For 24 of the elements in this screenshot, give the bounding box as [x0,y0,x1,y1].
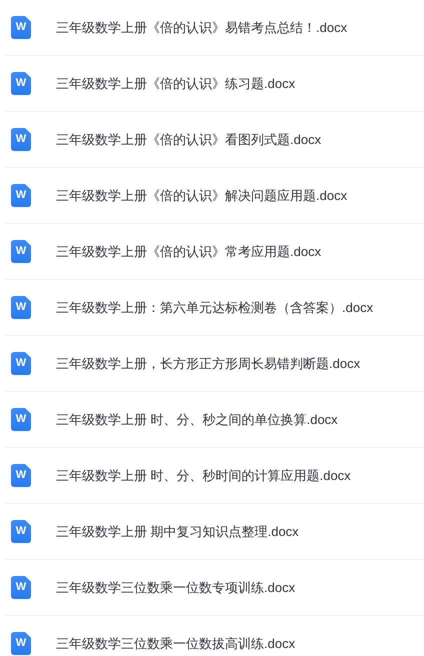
word-file-icon: W [11,296,31,319]
file-name[interactable]: 三年级数学三位数乘一位数拔高训练.docx [56,634,296,652]
file-name[interactable]: 三年级数学上册《倍的认识》看图列式题.docx [56,130,322,148]
file-name[interactable]: 三年级数学上册 时、分、秒时间的计算应用题.docx [56,466,351,484]
word-file-icon: W [11,184,31,207]
file-name[interactable]: 三年级数学上册《倍的认识》易错考点总结！.docx [56,18,348,36]
file-name[interactable]: 三年级数学上册，长方形正方形周长易错判断题.docx [56,354,360,372]
word-file-icon: W [11,520,31,543]
word-file-icon: W [11,352,31,375]
word-file-icon: W [11,576,31,599]
word-file-icon: W [11,632,31,655]
file-name[interactable]: 三年级数学上册：第六单元达标检测卷（含答案）.docx [56,298,374,316]
file-name[interactable]: 三年级数学上册《倍的认识》常考应用题.docx [56,242,322,260]
file-name[interactable]: 三年级数学上册《倍的认识》解决问题应用题.docx [56,186,348,204]
word-file-icon: W [11,128,31,151]
word-file-icon: W [11,464,31,487]
word-file-icon: W [11,240,31,263]
file-name[interactable]: 三年级数学上册《倍的认识》练习题.docx [56,74,296,92]
word-file-icon: W [11,72,31,95]
word-file-icon: W [11,408,31,431]
file-name[interactable]: 三年级数学上册 期中复习知识点整理.docx [56,522,299,540]
file-name[interactable]: 三年级数学上册 时、分、秒之间的单位换算.docx [56,410,338,428]
file-name[interactable]: 三年级数学三位数乘一位数专项训练.docx [56,578,296,596]
word-file-icon: W [11,16,31,39]
